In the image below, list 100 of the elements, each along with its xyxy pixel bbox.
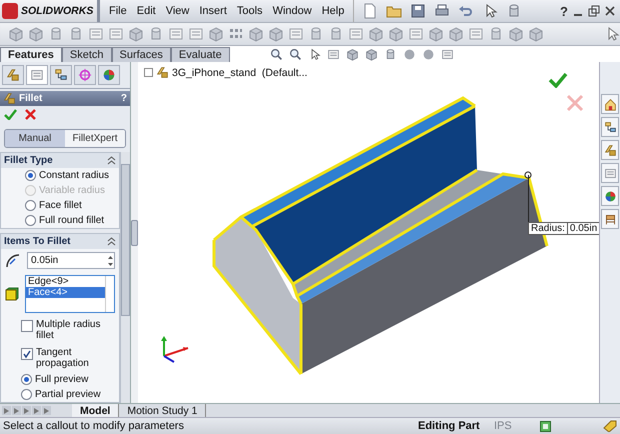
command-tab[interactable]: Sketch <box>62 47 112 62</box>
checkbox[interactable] <box>21 348 33 360</box>
command-tab[interactable]: Features <box>0 47 62 62</box>
menu-item[interactable]: View <box>160 3 194 19</box>
sheet-icon[interactable] <box>327 48 340 60</box>
menu-item[interactable]: Help <box>316 3 350 19</box>
expand-icon[interactable] <box>144 68 153 77</box>
sheet-icon[interactable] <box>168 26 184 42</box>
radius-icon <box>5 252 21 268</box>
cube-icon[interactable] <box>428 26 444 42</box>
option-label: Partial preview <box>35 389 101 400</box>
cube-icon[interactable] <box>346 48 359 60</box>
menu-item[interactable]: File <box>104 3 132 19</box>
cube-icon[interactable] <box>388 26 404 42</box>
checkmark-icon[interactable] <box>4 109 17 120</box>
selection-list[interactable]: Edge<9> Face<4> <box>25 275 115 313</box>
radio-button[interactable] <box>25 200 36 211</box>
hierarchy-icon[interactable] <box>54 68 68 82</box>
nav-arrow-button[interactable] <box>2 406 11 415</box>
help-icon[interactable] <box>540 420 551 432</box>
cube-icon[interactable] <box>128 26 144 42</box>
cylinder-icon[interactable] <box>384 48 397 60</box>
new-document-icon[interactable] <box>362 3 378 19</box>
tag-icon <box>603 420 617 432</box>
house-icon[interactable] <box>604 98 616 110</box>
bottom-tab[interactable]: Model <box>72 404 120 417</box>
spinner-icon[interactable] <box>107 254 114 266</box>
menu-item[interactable]: Insert <box>194 3 232 19</box>
status-units: IPS <box>494 420 513 432</box>
collapse-icon[interactable] <box>107 237 116 246</box>
mode-tab[interactable]: FilletXpert <box>65 130 125 147</box>
menu-item[interactable]: Edit <box>132 3 161 19</box>
collapse-icon[interactable] <box>107 156 116 165</box>
save-icon[interactable] <box>410 3 426 19</box>
option-label: Constant radius <box>39 170 110 181</box>
nav-arrow-button[interactable] <box>32 406 41 415</box>
radio-button[interactable] <box>21 389 32 400</box>
radio-button[interactable] <box>25 170 36 181</box>
radio-button[interactable] <box>25 215 36 226</box>
sheet-icon[interactable] <box>348 26 364 42</box>
logo-icon <box>2 3 18 19</box>
nav-arrow-button[interactable] <box>42 406 51 415</box>
menu-item[interactable]: Tools <box>232 3 268 19</box>
cube-icon[interactable] <box>248 26 264 42</box>
sphere-icon[interactable] <box>422 48 435 60</box>
cube-icon[interactable] <box>208 26 224 42</box>
sheet-icon[interactable] <box>30 68 44 82</box>
checkmark-icon[interactable] <box>548 72 568 88</box>
cube-icon[interactable] <box>448 26 464 42</box>
sheet-icon[interactable] <box>188 26 204 42</box>
group-title: Items To Fillet <box>4 236 72 247</box>
option-label: Full preview <box>35 374 88 385</box>
mode-tab[interactable]: Manual <box>5 130 65 147</box>
face-icon <box>5 287 19 301</box>
color-ball-icon[interactable] <box>604 190 616 202</box>
restore-icon[interactable] <box>588 5 600 17</box>
cube-icon[interactable] <box>268 26 284 42</box>
command-tab[interactable]: Evaluate <box>170 47 230 62</box>
radius-callout[interactable]: Radius: 0.05in <box>528 222 599 235</box>
splitter-handle[interactable] <box>131 220 138 246</box>
help-button[interactable]: ? <box>120 93 127 104</box>
cube-icon[interactable] <box>368 26 384 42</box>
sheet-icon[interactable] <box>288 26 304 42</box>
cube-icon[interactable] <box>8 26 24 42</box>
zoom-icon[interactable] <box>270 48 283 60</box>
status-mode: Editing Part <box>418 420 481 432</box>
cube-icon[interactable] <box>508 26 524 42</box>
color-ball-icon[interactable] <box>102 68 116 82</box>
sheet-icon[interactable] <box>441 48 454 60</box>
radio-button[interactable] <box>21 374 32 385</box>
zoom-icon[interactable] <box>289 48 302 60</box>
menu-item[interactable]: Window <box>268 3 317 19</box>
nav-arrow-button[interactable] <box>12 406 21 415</box>
sheet-icon[interactable] <box>408 26 424 42</box>
checkbox[interactable] <box>21 320 33 332</box>
cube-icon[interactable] <box>28 26 44 42</box>
panel-title: Fillet <box>19 93 44 104</box>
list-item[interactable]: Face<4> <box>26 287 105 298</box>
sphere-icon[interactable] <box>403 48 416 60</box>
close-icon[interactable] <box>25 109 36 120</box>
sheet-icon[interactable] <box>604 166 616 180</box>
cube-icon[interactable] <box>365 48 378 60</box>
undo-icon[interactable] <box>458 3 474 19</box>
scrollbar-thumb[interactable] <box>121 164 130 316</box>
leader-line <box>528 175 529 222</box>
part-icon <box>156 66 169 79</box>
command-tab[interactable]: Surfaces <box>112 47 171 62</box>
list-item[interactable]: Edge<9> <box>26 276 105 287</box>
chair-icon[interactable] <box>604 212 616 226</box>
help-button[interactable]: ? <box>556 4 572 18</box>
radius-field[interactable]: 0.05in <box>27 252 115 269</box>
nav-arrow-button[interactable] <box>22 406 31 415</box>
sheet-icon[interactable] <box>108 26 124 42</box>
tree-item[interactable]: 3G_iPhone_stand (Default... <box>172 66 308 78</box>
close-icon[interactable] <box>604 5 616 17</box>
cube-icon[interactable] <box>528 26 544 42</box>
sheet-icon[interactable] <box>468 26 484 42</box>
gearbox-icon[interactable] <box>604 144 616 156</box>
sheet-icon[interactable] <box>88 26 104 42</box>
target-icon[interactable] <box>78 68 92 82</box>
